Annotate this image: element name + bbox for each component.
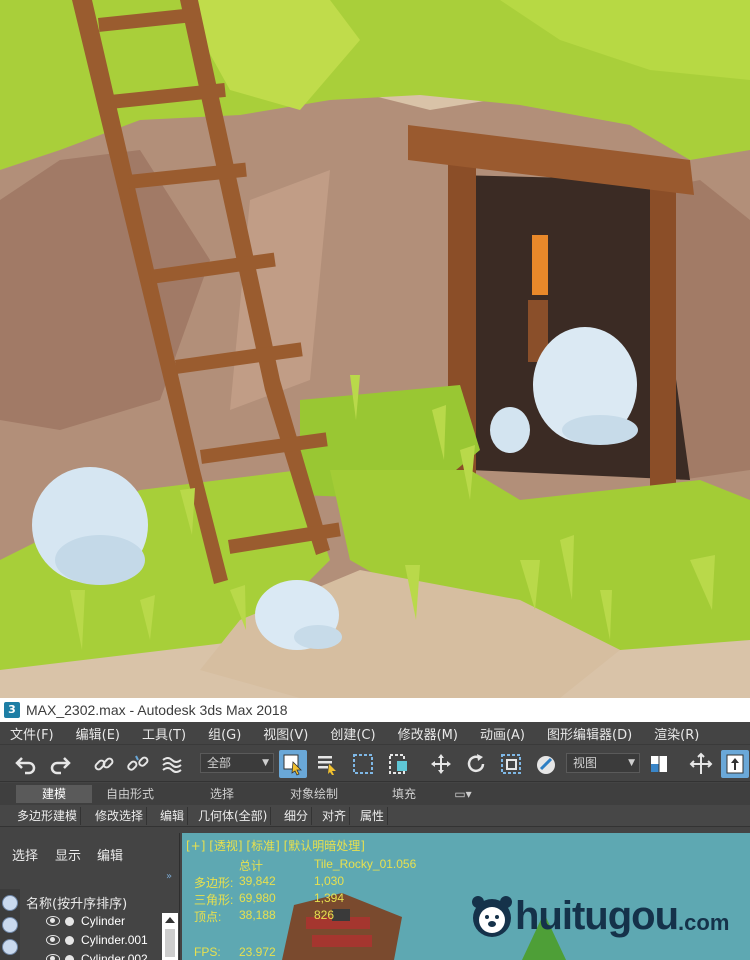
menu-file[interactable]: 文件(F): [10, 724, 54, 743]
select-object-icon[interactable]: [279, 750, 307, 778]
eye-icon[interactable]: [46, 935, 60, 945]
tab-populate[interactable]: 填充: [366, 785, 442, 803]
stats-header-object: Tile_Rocky_01.056: [314, 857, 417, 871]
explorer-menu-display[interactable]: 显示: [55, 845, 81, 864]
bear-logo-icon: [472, 896, 512, 937]
object-name: Cylinder.002: [81, 952, 148, 960]
expand-arrows-icon[interactable]: »: [166, 871, 172, 882]
window-crossing-icon[interactable]: [385, 750, 413, 778]
stats-object: 1,394: [314, 891, 345, 905]
tab-selection[interactable]: 选择: [184, 785, 260, 803]
undo-icon[interactable]: [12, 750, 40, 778]
ribbon-panel-bar: 多边形建模 修改选择 编辑 几何体(全部) 细分 对齐 属性: [0, 805, 750, 827]
render-dot-icon[interactable]: [65, 935, 74, 945]
rendered-scene-image: [0, 0, 750, 698]
list-item[interactable]: Cylinder.001: [46, 931, 148, 949]
align-icon[interactable]: [721, 750, 749, 778]
tab-modeling[interactable]: 建模: [16, 785, 92, 803]
render-dot-icon[interactable]: [65, 954, 74, 960]
object-name: Cylinder: [81, 914, 126, 928]
rect-selection-icon[interactable]: [349, 750, 377, 778]
menu-create[interactable]: 创建(C): [330, 724, 375, 743]
title-bar: 3 MAX_2302.max - Autodesk 3ds Max 2018: [0, 698, 750, 722]
name-column-header[interactable]: 名称(按升序排序): [26, 893, 127, 912]
stats-label: 多边形:: [194, 876, 234, 890]
menu-group[interactable]: 组(G): [208, 724, 241, 743]
menu-tools[interactable]: 工具(T): [142, 724, 186, 743]
watermark-suffix: .com: [678, 910, 730, 935]
app-logo-icon: 3: [4, 702, 20, 718]
eye-icon[interactable]: [46, 916, 60, 926]
scroll-thumb[interactable]: [165, 929, 175, 957]
rotate-icon[interactable]: [462, 750, 490, 778]
explorer-menu-select[interactable]: 选择: [12, 845, 38, 864]
reference-coordinate-dropdown[interactable]: 视图 ▼: [566, 753, 640, 773]
object-name: Cylinder.001: [81, 933, 148, 947]
menu-graph-editors[interactable]: 图形编辑器(D): [547, 724, 632, 743]
menu-bar: 文件(F) 编辑(E) 工具(T) 组(G) 视图(V) 创建(C) 修改器(M…: [0, 722, 750, 744]
bind-spacewarp-icon[interactable]: [158, 750, 186, 778]
scale-icon[interactable]: [497, 750, 525, 778]
link-icon[interactable]: [90, 750, 118, 778]
menu-rendering[interactable]: 渲染(R): [654, 724, 699, 743]
panel-properties[interactable]: 属性: [357, 807, 389, 825]
list-item[interactable]: Cylinder: [46, 912, 125, 930]
stats-header-total: 总计: [239, 859, 264, 873]
menu-animation[interactable]: 动画(A): [480, 724, 525, 743]
panel-subdivision[interactable]: 细分: [281, 807, 313, 825]
chevron-down-icon: ▼: [262, 758, 269, 768]
selection-filter-value: 全部: [207, 756, 232, 770]
snap-toggle-icon[interactable]: [532, 750, 560, 778]
scene-explorer: 选择 显示 编辑 » 名称(按升序排序) Cylinder Cylinder.0…: [0, 833, 180, 960]
selection-filter-dropdown[interactable]: 全部 ▼: [200, 753, 274, 773]
main-toolbar: 全部 ▼ 视图 ▼: [0, 744, 750, 782]
ribbon-options-icon[interactable]: ▭▾: [448, 785, 478, 803]
viewport-label[interactable]: [+] [透视] [标准] [默认明暗处理]: [186, 837, 365, 854]
render-dot-icon[interactable]: [65, 916, 74, 926]
tab-freeform[interactable]: 自由形式: [92, 785, 168, 803]
use-pivot-icon[interactable]: [645, 750, 673, 778]
fps-value: 23.972: [239, 945, 276, 959]
ribbon-tab-bar: 建模 自由形式 选择 对象绘制 填充 ▭▾: [0, 783, 750, 805]
panel-edit[interactable]: 编辑: [157, 807, 189, 825]
eye-icon[interactable]: [46, 954, 60, 960]
tab-object-paint[interactable]: 对象绘制: [276, 785, 352, 803]
stats-label: 顶点:: [194, 910, 222, 924]
scrollbar[interactable]: [162, 913, 178, 960]
menu-views[interactable]: 视图(V): [263, 724, 308, 743]
filter-shapes-icon[interactable]: [2, 917, 18, 933]
app-window: 3 MAX_2302.max - Autodesk 3ds Max 2018 文…: [0, 698, 750, 960]
panel-polygon-modeling[interactable]: 多边形建模: [14, 807, 82, 825]
explorer-filter-strip: [0, 889, 20, 960]
explorer-menu-edit[interactable]: 编辑: [97, 845, 123, 864]
menu-edit[interactable]: 编辑(E): [76, 724, 120, 743]
fps-label: FPS:: [194, 945, 221, 959]
filter-lights-icon[interactable]: [2, 939, 18, 955]
panel-align[interactable]: 对齐: [319, 807, 351, 825]
stats-label: 三角形:: [194, 893, 234, 907]
move-icon[interactable]: [427, 750, 455, 778]
panel-geometry-all[interactable]: 几何体(全部): [195, 807, 272, 825]
stats-total: 39,842: [239, 874, 276, 888]
watermark-text: huitugou: [515, 893, 679, 938]
perspective-viewport[interactable]: [+] [透视] [标准] [默认明暗处理] 总计 Tile_Rocky_01.…: [182, 833, 750, 960]
select-by-name-icon[interactable]: [313, 750, 341, 778]
reference-coordinate-value: 视图: [573, 756, 598, 770]
panel-modify-selection[interactable]: 修改选择: [92, 807, 148, 825]
filter-geometry-icon[interactable]: [2, 895, 18, 911]
stats-object: 826: [314, 908, 335, 922]
list-item[interactable]: Cylinder.002: [46, 950, 148, 960]
menu-modifiers[interactable]: 修改器(M): [398, 724, 458, 743]
scroll-up-icon[interactable]: [165, 917, 175, 923]
window-title: MAX_2302.max - Autodesk 3ds Max 2018: [26, 702, 288, 718]
stats-total: 38,188: [239, 908, 276, 922]
watermark: huitugou .com: [469, 893, 729, 939]
stats-total: 69,980: [239, 891, 276, 905]
mirror-icon[interactable]: [687, 750, 715, 778]
redo-icon[interactable]: [46, 750, 74, 778]
stats-object: 1,030: [314, 874, 345, 888]
unlink-icon[interactable]: [124, 750, 152, 778]
chevron-down-icon: ▼: [628, 758, 635, 768]
